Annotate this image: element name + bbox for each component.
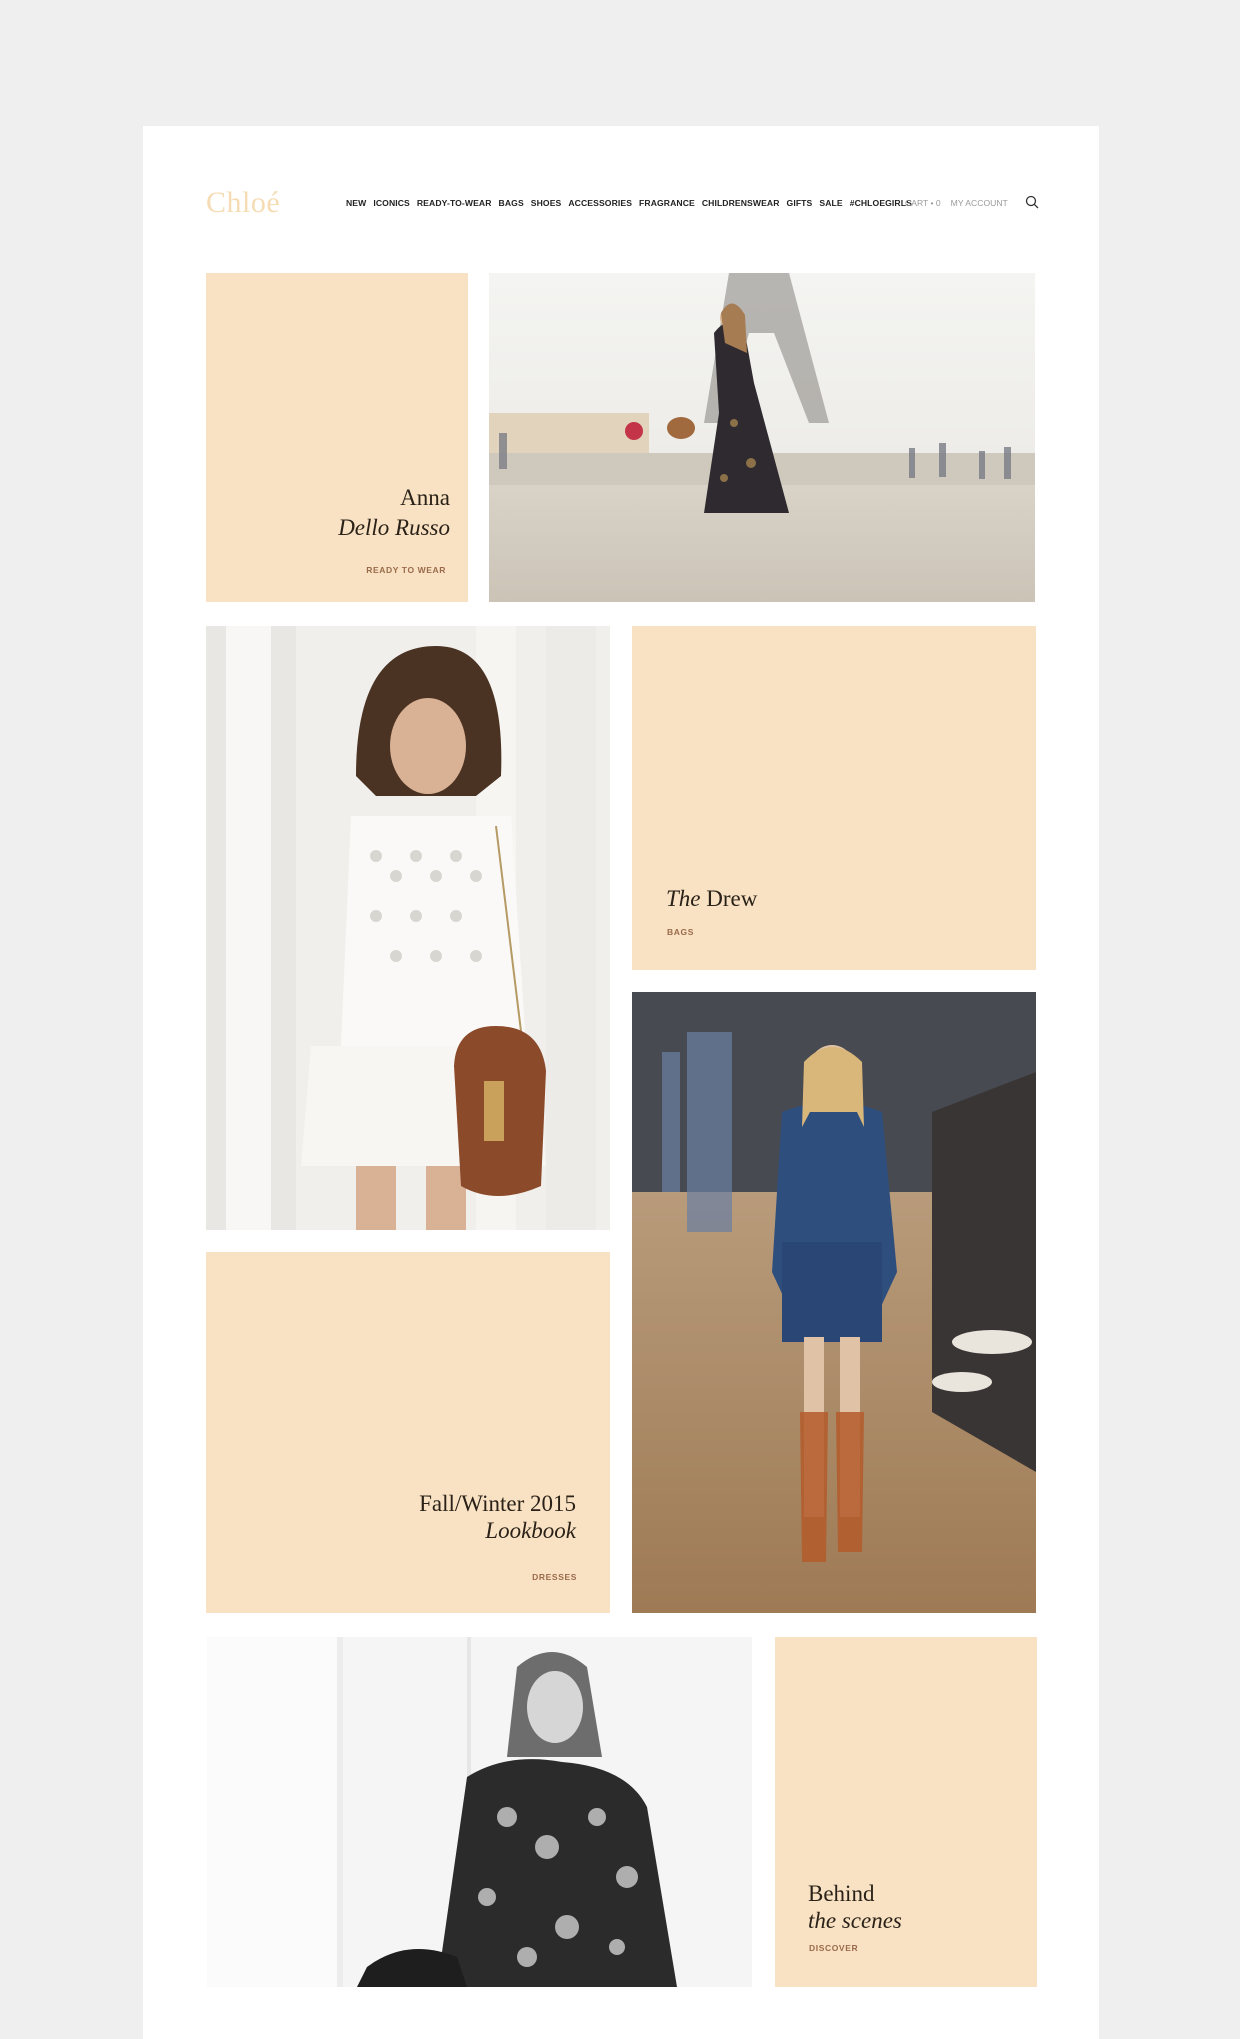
- tile-the-drew[interactable]: The Drew BAGS: [632, 626, 1036, 970]
- nav-item-new[interactable]: NEW: [346, 198, 366, 208]
- brand-logo[interactable]: Chloé: [206, 186, 280, 220]
- tile-title: The Drew: [666, 886, 758, 911]
- nav-item-childrenswear[interactable]: CHILDRENSWEAR: [702, 198, 780, 208]
- tile-title: Fall/Winter 2015 Lookbook: [419, 1491, 576, 1543]
- cart-link[interactable]: CART • 0: [905, 198, 941, 208]
- my-account-link[interactable]: MY ACCOUNT: [951, 198, 1008, 208]
- tile-caption[interactable]: DISCOVER: [809, 1943, 858, 1953]
- tile-behind-the-scenes[interactable]: Behind the scenes DISCOVER: [775, 1637, 1037, 1987]
- tile-caption[interactable]: DRESSES: [532, 1572, 577, 1582]
- nav-item-accessories[interactable]: ACCESSORIES: [568, 198, 632, 208]
- tile-caption[interactable]: READY TO WEAR: [366, 565, 446, 575]
- nav-item-iconics[interactable]: ICONICS: [373, 198, 410, 208]
- tile-caption[interactable]: BAGS: [667, 927, 694, 937]
- page-card: Chloé NEW ICONICS READY-TO-WEAR BAGS SHO…: [143, 126, 1099, 2039]
- tile-title: Anna Dello Russo: [338, 485, 450, 540]
- photo-street-style-paris[interactable]: [489, 273, 1035, 602]
- nav-item-shoes[interactable]: SHOES: [531, 198, 562, 208]
- nav-item-bags[interactable]: BAGS: [499, 198, 524, 208]
- tile-fw2015-lookbook[interactable]: Fall/Winter 2015 Lookbook DRESSES: [206, 1252, 610, 1613]
- photo-runway-denim[interactable]: [632, 992, 1036, 1613]
- account-links: CART • 0 MY ACCOUNT: [905, 198, 1008, 208]
- photo-drew-bag-look[interactable]: [206, 626, 610, 1230]
- nav-item-fragrance[interactable]: FRAGRANCE: [639, 198, 695, 208]
- nav-item-ready-to-wear[interactable]: READY-TO-WEAR: [417, 198, 492, 208]
- search-icon[interactable]: [1025, 195, 1039, 209]
- nav-item-gifts[interactable]: GIFTS: [787, 198, 813, 208]
- tile-title: Behind the scenes: [808, 1881, 902, 1933]
- main-nav: NEW ICONICS READY-TO-WEAR BAGS SHOES ACC…: [346, 198, 912, 208]
- tile-anna-dello-russo[interactable]: Anna Dello Russo READY TO WEAR: [206, 273, 468, 602]
- photo-campaign-bw[interactable]: [207, 1637, 752, 1987]
- nav-item-sale[interactable]: SALE: [819, 198, 842, 208]
- nav-item-chloegirls[interactable]: #CHLOEGIRLS: [850, 198, 912, 208]
